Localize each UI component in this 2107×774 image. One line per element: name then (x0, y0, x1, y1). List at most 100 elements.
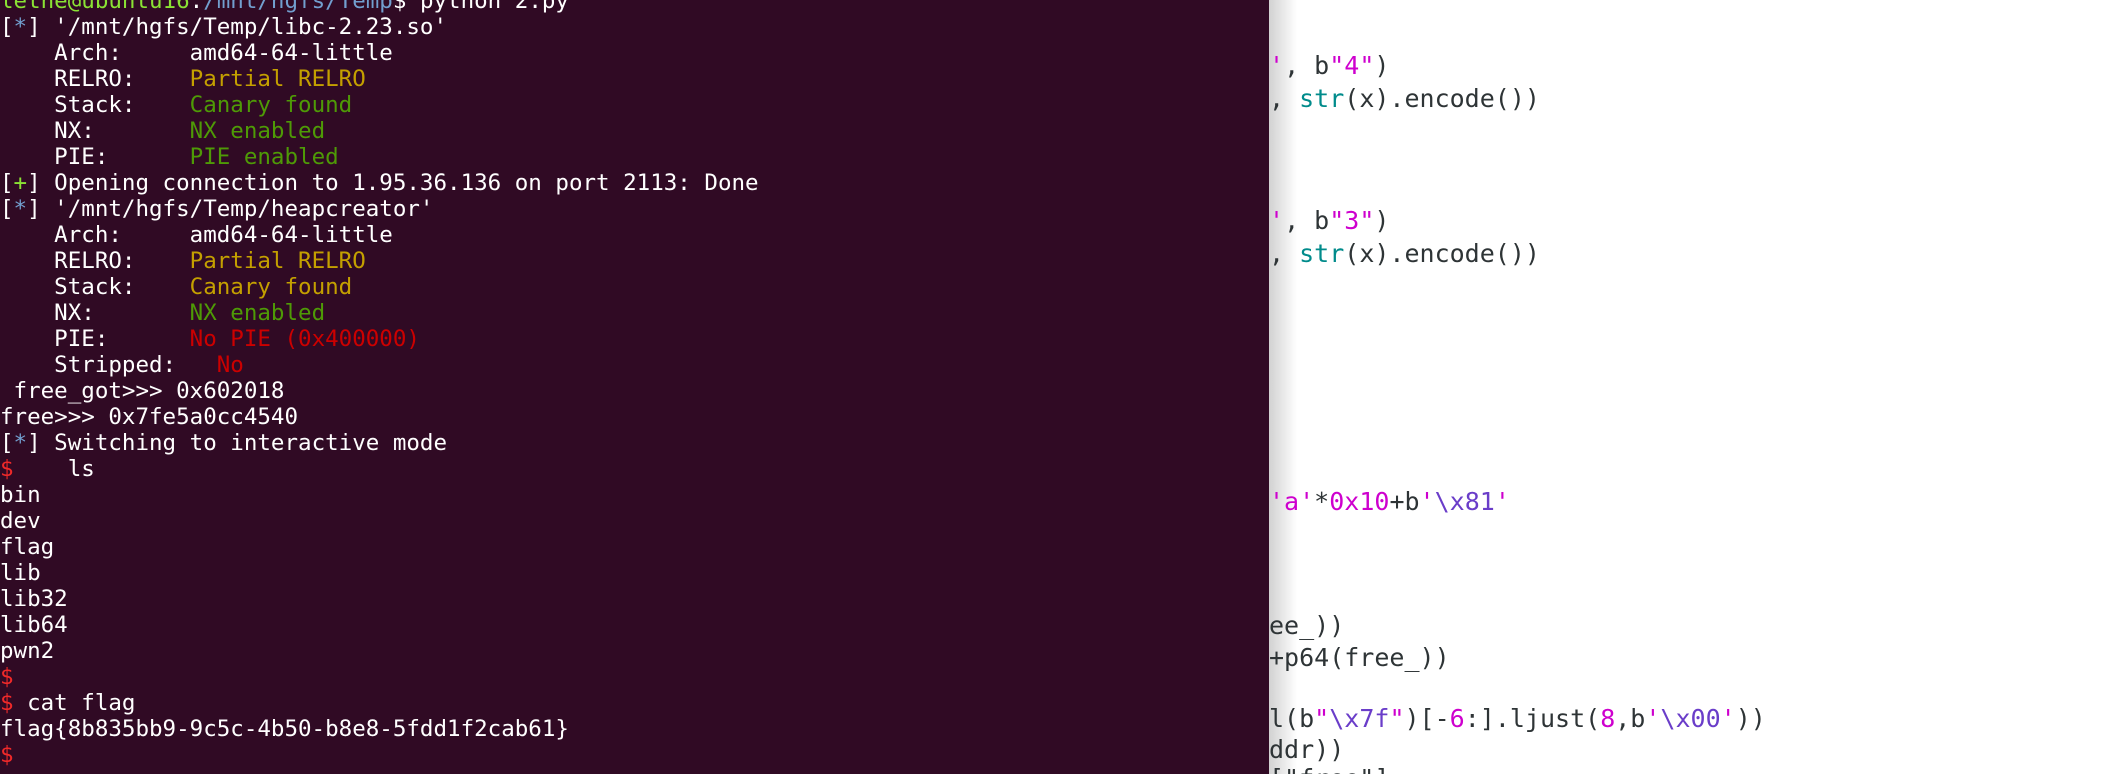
terminal-text: Stack: (0, 92, 190, 118)
terminal-text: PIE: (0, 326, 190, 352)
terminal-text: [ (0, 430, 14, 456)
code-token: 6 (1449, 704, 1465, 733)
terminal-text: $ (0, 742, 14, 768)
terminal-text: RELRO: (0, 248, 190, 274)
code-token: \x81 (1434, 487, 1495, 516)
terminal-text: No (216, 352, 244, 378)
terminal-text: [ (0, 170, 14, 196)
code-token: ' (1269, 206, 1285, 235)
code-line: , str(x).encode()) (1269, 83, 1540, 114)
terminal-line: $ (0, 742, 14, 768)
code-line: ddr)) (1269, 734, 1344, 765)
code-token: " (1389, 704, 1405, 733)
terminal-text: $ (0, 690, 14, 716)
code-token: * (1314, 487, 1330, 516)
code-token: +p64(free_)) (1269, 643, 1450, 672)
code-line: 'a'*0x10+b'\x81' (1269, 486, 1510, 517)
terminal-line: $ (0, 664, 14, 690)
terminal-text: lethe@ubuntu16 (0, 0, 190, 14)
terminal-line: [*] '/mnt/hgfs/Temp/heapcreator' (0, 196, 433, 222)
code-token: "4" (1329, 51, 1375, 80)
terminal-line: free_got>>> 0x602018 (0, 378, 285, 404)
terminal-text: $ (0, 456, 14, 482)
terminal-text: RELRO: (0, 66, 190, 92)
terminal-line: lib64 (0, 612, 68, 638)
code-editor-pane[interactable]: ', b"4"), str(x).encode()) ', b"3"), str(… (1269, 0, 2107, 774)
code-token: ' (1419, 487, 1435, 516)
code-token: (x).encode()) (1344, 239, 1540, 268)
code-token: ,b (1615, 704, 1646, 733)
code-token: )) (1735, 704, 1766, 733)
terminal-line: flag (0, 534, 54, 560)
code-token: ee_)) (1269, 611, 1345, 640)
terminal-text: lib (0, 560, 41, 586)
code-line: +p64(free_)) (1269, 642, 1450, 673)
code-token: ' (1645, 704, 1661, 733)
code-token: str (1299, 239, 1345, 268)
code-token: 'a' (1269, 487, 1315, 516)
terminal-line: $ cat flag (0, 690, 135, 716)
terminal-window[interactable]: lethe@ubuntu16:/mnt/hgfs/Temp$ python 2.… (0, 0, 1269, 774)
code-line: , str(x).encode()) (1269, 238, 1540, 269)
terminal-text: NX: (0, 118, 190, 144)
terminal-text: ] Opening connection to 1.95.36.136 on p… (27, 170, 759, 196)
terminal-text: + (13, 170, 28, 196)
terminal-text: lib32 (0, 586, 68, 612)
code-token: "3" (1329, 206, 1375, 235)
code-token: ' (1269, 51, 1285, 80)
terminal-line: dev (0, 508, 41, 534)
terminal-text: Stripped: (0, 352, 217, 378)
terminal-text: $ python 2.py (392, 0, 569, 14)
terminal-text: NX enabled (189, 118, 326, 144)
terminal-line: lib32 (0, 586, 68, 612)
code-line: ["free"] (1269, 763, 1389, 774)
code-token: +b (1389, 487, 1420, 516)
terminal-text: free>>> 0x7fe5a0cc4540 (0, 404, 299, 430)
terminal-text: ls (13, 456, 95, 482)
terminal-line: Stripped: No (0, 352, 244, 378)
terminal-text: Arch: (0, 40, 190, 66)
terminal-text: : (189, 0, 204, 14)
terminal-line: bin (0, 482, 41, 508)
terminal-text: Arch: (0, 222, 190, 248)
terminal-text: PIE: (0, 144, 190, 170)
code-token: ' (1494, 487, 1510, 516)
code-token: l(b (1269, 704, 1315, 733)
code-line: l(b"\x7f")[-6:].ljust(8,b'\x00')) (1269, 703, 1766, 734)
terminal-line: [*] Switching to interactive mode (0, 430, 447, 456)
terminal-line: RELRO: Partial RELRO (0, 66, 366, 92)
terminal-text: ] '/mnt/hgfs/Temp/heapcreator' (27, 196, 434, 222)
terminal-text: dev (0, 508, 41, 534)
terminal-line: PIE: No PIE (0x400000) (0, 326, 420, 352)
terminal-text: Stack: (0, 274, 190, 300)
terminal-line: [*] '/mnt/hgfs/Temp/libc-2.23.so' (0, 14, 447, 40)
terminal-line: lib (0, 560, 41, 586)
code-token: :].ljust( (1464, 704, 1601, 733)
terminal-line: lethe@ubuntu16:/mnt/hgfs/Temp$ python 2.… (0, 0, 569, 14)
terminal-text: * (13, 14, 28, 40)
terminal-text: flag (0, 534, 55, 560)
terminal-text: Partial RELRO (189, 66, 366, 92)
terminal-line: NX: NX enabled (0, 300, 325, 326)
terminal-line: NX: NX enabled (0, 118, 325, 144)
terminal-text: NX: (0, 300, 190, 326)
terminal-text: NX enabled (189, 300, 326, 326)
code-line: ', b"4") (1269, 50, 1389, 81)
code-token: ' (1720, 704, 1736, 733)
code-token: \x7f (1329, 704, 1390, 733)
terminal-line: free>>> 0x7fe5a0cc4540 (0, 404, 298, 430)
terminal-text: No PIE (0x400000) (189, 326, 420, 352)
terminal-line: [+] Opening connection to 1.95.36.136 on… (0, 170, 759, 196)
terminal-text: amd64-64-little (189, 222, 393, 248)
terminal-text: Canary found (189, 274, 353, 300)
terminal-text: * (13, 430, 28, 456)
code-line: ee_)) (1269, 610, 1344, 641)
terminal-line: PIE: PIE enabled (0, 144, 339, 170)
terminal-text: cat flag (13, 690, 136, 716)
code-token: ["free"] (1269, 764, 1389, 774)
terminal-text: /mnt/hgfs/Temp (203, 0, 393, 14)
terminal-line: RELRO: Partial RELRO (0, 248, 366, 274)
terminal-text: Partial RELRO (189, 248, 366, 274)
terminal-line: Arch: amd64-64-little (0, 40, 393, 66)
code-token: str (1299, 84, 1345, 113)
